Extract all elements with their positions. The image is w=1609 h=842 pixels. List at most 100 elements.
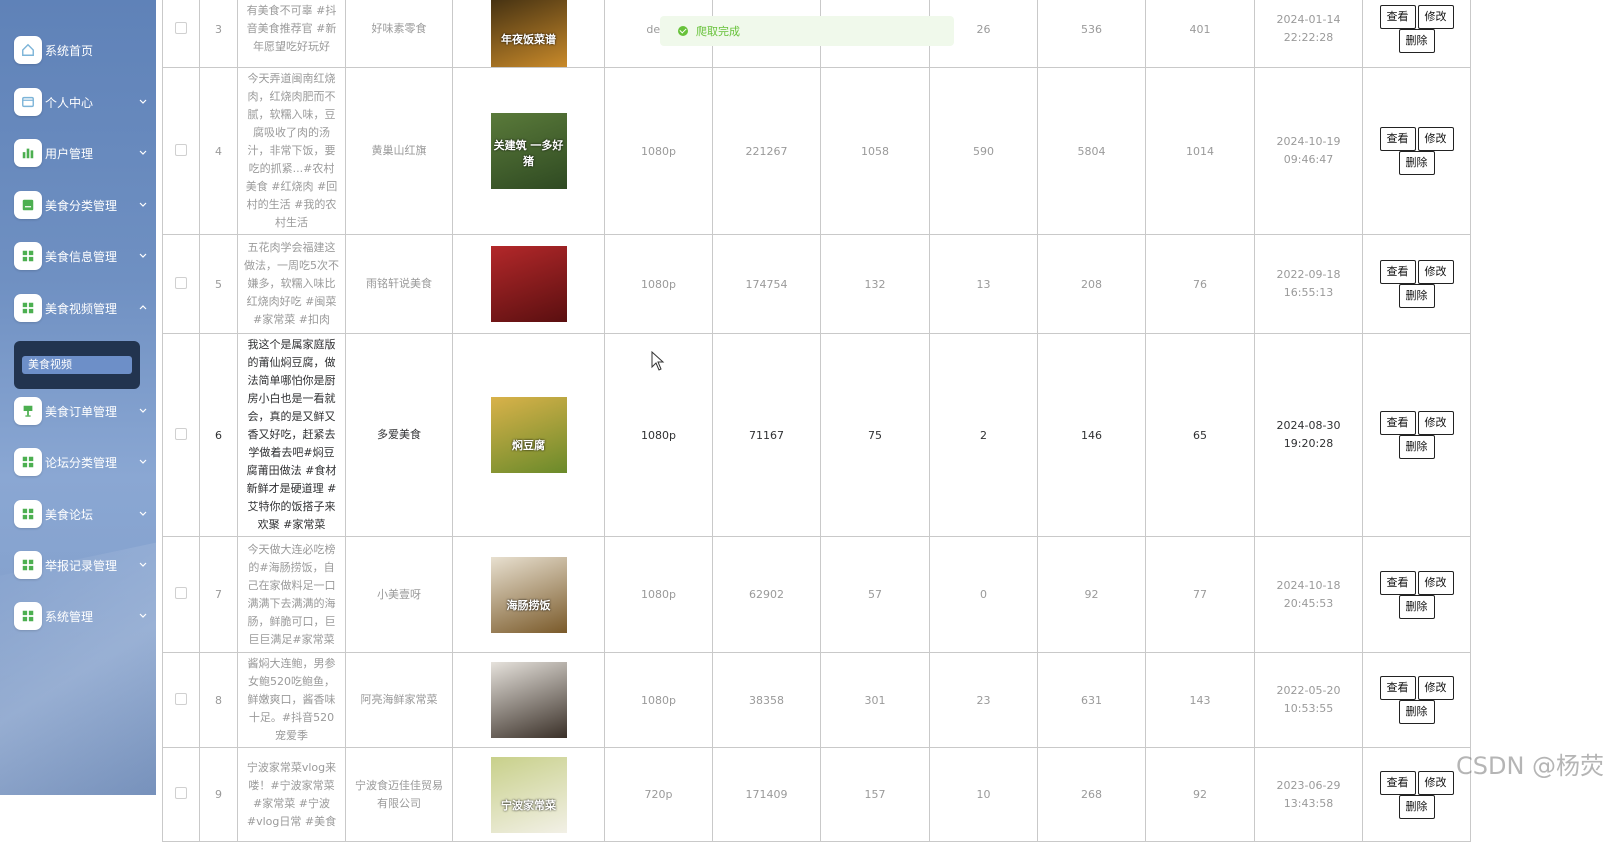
grid-icon — [14, 551, 42, 579]
like-count: 57 — [868, 588, 882, 601]
publish-date: 2024-08-30 19:20:28 — [1277, 419, 1341, 450]
delete-button[interactable]: 删除 — [1399, 795, 1435, 819]
edit-button[interactable]: 修改 — [1418, 676, 1454, 700]
resolution: 1080p — [641, 429, 676, 442]
favorite-count: 146 — [1081, 429, 1102, 442]
video-author: 黄巢山红旗 — [372, 144, 427, 157]
home-icon — [14, 36, 42, 64]
sidebar-item-7[interactable]: 论坛分类管理 — [14, 447, 152, 477]
delete-button[interactable]: 删除 — [1399, 284, 1435, 308]
video-thumbnail[interactable]: 关建筑 一多好猪 — [491, 113, 567, 189]
sidebar-item-0[interactable]: 系统首页 — [14, 35, 152, 65]
video-thumbnail[interactable] — [491, 246, 567, 322]
submenu-video: 美食视频 — [14, 341, 140, 389]
video-author: 小美壹呀 — [377, 588, 421, 601]
grid-icon — [14, 602, 42, 630]
sidebar-item-1[interactable]: 个人中心 — [14, 87, 152, 117]
grid-icon — [14, 294, 42, 322]
row-checkbox[interactable] — [175, 144, 187, 156]
view-button[interactable]: 查看 — [1380, 571, 1416, 595]
chevron-up-icon — [138, 302, 148, 312]
like-count: 75 — [868, 429, 882, 442]
resolution: 1080p — [641, 588, 676, 601]
mouse-cursor-icon — [651, 351, 665, 371]
delete-button[interactable]: 删除 — [1399, 435, 1435, 459]
sidebar-item-10[interactable]: 系统管理 — [14, 601, 152, 631]
view-button[interactable]: 查看 — [1380, 676, 1416, 700]
edit-button[interactable]: 修改 — [1418, 5, 1454, 29]
comment-count: 23 — [977, 694, 991, 707]
sidebar-item-9[interactable]: 举报记录管理 — [14, 550, 152, 580]
sidebar-item-label: 美食订单管理 — [45, 403, 117, 420]
row-index: 5 — [215, 278, 222, 291]
row-checkbox[interactable] — [175, 22, 187, 34]
publish-date: 2023-06-29 13:43:58 — [1277, 779, 1341, 810]
like-count: 132 — [865, 278, 886, 291]
chevron-down-icon — [138, 456, 148, 466]
video-thumbnail[interactable] — [491, 662, 567, 738]
thumbnail-caption: 关建筑 一多好猪 — [491, 137, 567, 169]
row-index: 7 — [215, 588, 222, 601]
sidebar-item-3[interactable]: 美食分类管理 — [14, 190, 152, 220]
comment-count: 590 — [973, 145, 994, 158]
like-count: 301 — [865, 694, 886, 707]
edit-button[interactable]: 修改 — [1418, 571, 1454, 595]
edit-button[interactable]: 修改 — [1418, 411, 1454, 435]
table-row: 4今天弄道闽南红烧肉，红烧肉肥而不腻，软糯入味，豆腐吸收了肉的汤汁，非常下饭，要… — [163, 68, 1609, 235]
publish-date: 2022-09-18 16:55:13 — [1277, 268, 1341, 299]
sidebar-item-label: 美食信息管理 — [45, 248, 117, 265]
sidebar-item-8[interactable]: 美食论坛 — [14, 499, 152, 529]
view-button[interactable]: 查看 — [1380, 127, 1416, 151]
favorite-count: 631 — [1081, 694, 1102, 707]
table-row: 8酱焖大连鲍，男参女鲍520吃鲍鱼，鲜嫩爽口，酱香味十足。#抖音520宠爱季阿亮… — [163, 653, 1609, 748]
sidebar-item-5[interactable]: 美食视频管理 — [14, 293, 152, 323]
toast-message: 爬取完成 — [696, 23, 740, 39]
video-description: 今天做大连必吃榜的#海肠捞饭，自己在家做料足一口满满下去满满的海肠，鲜脆可口，巨… — [248, 543, 336, 646]
share-count: 143 — [1190, 694, 1211, 707]
resolution: 1080p — [641, 694, 676, 707]
video-description: 我这个是属家庭版的莆仙焖豆腐，做法简单哪怕你是厨房小白也是一看就会，真的是又鲜又… — [247, 338, 337, 531]
sidebar-item-label: 系统首页 — [45, 42, 93, 59]
sidebar-item-label: 论坛分类管理 — [45, 454, 117, 471]
sidebar-item-label: 美食分类管理 — [45, 197, 117, 214]
publish-date: 2024-10-18 20:45:53 — [1277, 579, 1341, 610]
edit-button[interactable]: 修改 — [1418, 771, 1454, 795]
submenu-item-food-video[interactable]: 美食视频 — [22, 356, 132, 374]
cup-icon — [14, 397, 42, 425]
view-button[interactable]: 查看 — [1380, 771, 1416, 795]
favorite-count: 92 — [1085, 588, 1099, 601]
chevron-down-icon — [138, 559, 148, 569]
sidebar-item-4[interactable]: 美食信息管理 — [14, 241, 152, 271]
view-button[interactable]: 查看 — [1380, 5, 1416, 29]
view-button[interactable]: 查看 — [1380, 411, 1416, 435]
play-count: 221267 — [746, 145, 788, 158]
sidebar-item-2[interactable]: 用户管理 — [14, 138, 152, 168]
video-thumbnail[interactable]: 年夜饭菜谱 — [491, 0, 567, 67]
video-thumbnail[interactable]: 焖豆腐 — [491, 397, 567, 473]
row-index: 3 — [215, 23, 222, 36]
like-count: 1058 — [861, 145, 889, 158]
video-description: 五花肉学会福建这做法，一周吃5次不嫌多，软糯入味比红烧肉好吃 #闽菜 #家常菜 … — [244, 241, 339, 326]
success-toast: 爬取完成 — [660, 16, 954, 46]
view-button[interactable]: 查看 — [1380, 260, 1416, 284]
delete-button[interactable]: 删除 — [1399, 151, 1435, 175]
video-thumbnail[interactable]: 海肠捞饭 — [491, 557, 567, 633]
row-checkbox[interactable] — [175, 693, 187, 705]
publish-date: 2022-05-20 10:53:55 — [1277, 684, 1341, 715]
row-checkbox[interactable] — [175, 277, 187, 289]
delete-button[interactable]: 删除 — [1399, 700, 1435, 724]
row-checkbox[interactable] — [175, 428, 187, 440]
chevron-down-icon — [138, 199, 148, 209]
row-checkbox[interactable] — [175, 587, 187, 599]
list-icon — [14, 191, 42, 219]
edit-button[interactable]: 修改 — [1418, 260, 1454, 284]
edit-button[interactable]: 修改 — [1418, 127, 1454, 151]
publish-date: 2024-01-14 22:22:28 — [1277, 13, 1341, 44]
sidebar-item-6[interactable]: 美食订单管理 — [14, 396, 152, 426]
sidebar-item-label: 用户管理 — [45, 145, 93, 162]
delete-button[interactable]: 删除 — [1399, 29, 1435, 53]
row-checkbox[interactable] — [175, 787, 187, 799]
delete-button[interactable]: 删除 — [1399, 595, 1435, 619]
thumbnail-caption: 宁波家常菜 — [491, 797, 567, 813]
chevron-down-icon — [138, 96, 148, 106]
